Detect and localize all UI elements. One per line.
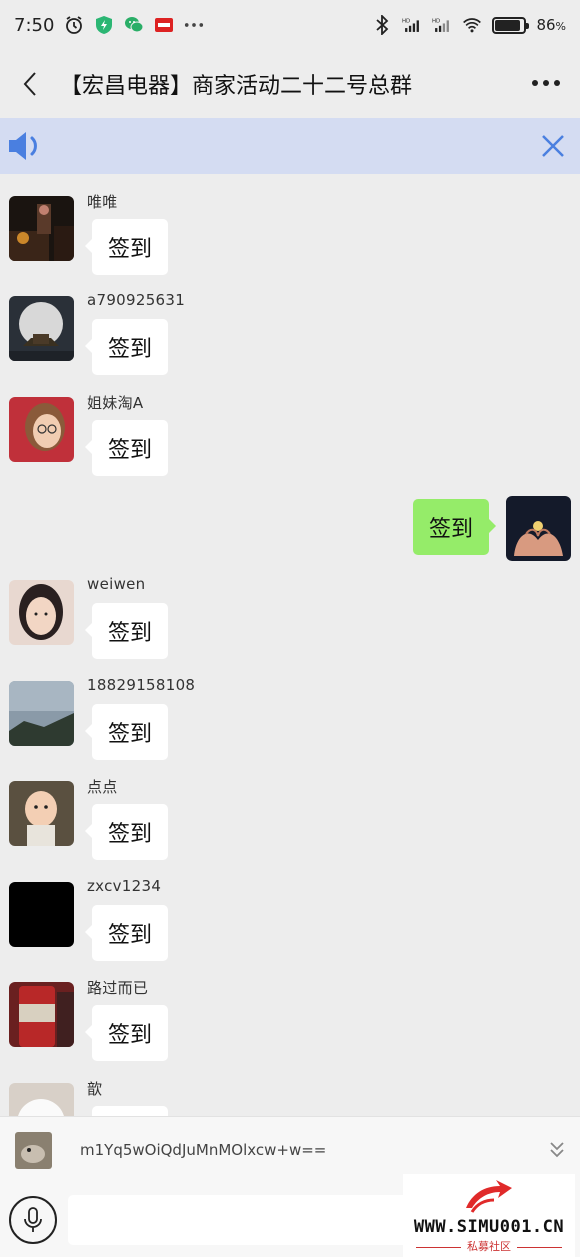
avatar-candle-scene[interactable] bbox=[9, 196, 74, 261]
avatar-cloudy-sky[interactable] bbox=[9, 681, 74, 746]
message-item: 路过而已 签到 bbox=[0, 960, 580, 1070]
microphone-icon bbox=[24, 1207, 42, 1232]
sender-name: 路过而已 bbox=[87, 979, 149, 997]
speaker-icon bbox=[9, 132, 37, 160]
avatar-girl-portrait[interactable] bbox=[9, 580, 74, 645]
more-dot bbox=[554, 80, 560, 86]
message-bubble[interactable]: 签到 bbox=[85, 905, 168, 961]
avatar-red-can[interactable] bbox=[9, 982, 74, 1047]
battery-icon bbox=[492, 16, 530, 34]
watermark-logo-icon bbox=[466, 1180, 512, 1213]
battery-percent: 86 bbox=[536, 16, 556, 34]
battery-text: 86% bbox=[536, 16, 566, 34]
wechat-icon bbox=[124, 15, 144, 35]
shield-icon bbox=[94, 15, 114, 35]
double-chevron-down-icon[interactable] bbox=[546, 1139, 568, 1161]
nav-bar: 【宏昌电器】商家活动二十二号总群 bbox=[0, 50, 580, 118]
message-bubble[interactable]: 签到 bbox=[85, 704, 168, 760]
quote-bar[interactable]: m1Yq5wOiQdJuMnMOlxcw+w== bbox=[0, 1116, 580, 1182]
message-bubble[interactable]: 签到 bbox=[85, 804, 168, 860]
avatar-moon-pavilion[interactable] bbox=[9, 296, 74, 361]
message-item: 歆 bbox=[0, 1061, 580, 1116]
message-input[interactable] bbox=[68, 1195, 408, 1245]
voice-button[interactable] bbox=[9, 1196, 57, 1244]
chat-title: 【宏昌电器】商家活动二十二号总群 bbox=[60, 74, 413, 99]
message-item: 唯唯 签到 bbox=[0, 174, 580, 284]
close-icon[interactable] bbox=[536, 129, 570, 163]
more-dot bbox=[543, 80, 549, 86]
avatar-cartoon-bear[interactable] bbox=[9, 1083, 74, 1116]
message-bubble[interactable] bbox=[92, 1106, 168, 1116]
message-item: 姐妹淘A 签到 bbox=[0, 375, 580, 485]
signal-hd-icon: HD bbox=[432, 15, 452, 35]
sender-name: 歆 bbox=[87, 1080, 103, 1098]
self-message-bubble[interactable]: 签到 bbox=[413, 499, 496, 555]
notice-bar[interactable] bbox=[0, 118, 580, 174]
message-bubble[interactable]: 签到 bbox=[85, 603, 168, 659]
quote-thumbnail bbox=[15, 1132, 52, 1169]
back-button[interactable] bbox=[0, 50, 60, 118]
more-dot bbox=[532, 80, 538, 86]
bluetooth-icon bbox=[372, 15, 392, 35]
more-button[interactable] bbox=[526, 68, 566, 98]
chat-messages[interactable]: 唯唯 签到 a790925631 签到 姐妹淘A 签到 签到 weiwen 签到… bbox=[0, 174, 580, 1116]
sender-name: a790925631 bbox=[87, 291, 186, 309]
battery-unit: % bbox=[555, 20, 566, 33]
message-bubble[interactable]: 签到 bbox=[85, 1005, 168, 1061]
battery-level bbox=[495, 19, 520, 31]
alarm-icon bbox=[64, 15, 84, 35]
svg-text:HD: HD bbox=[402, 19, 410, 25]
avatar-heart-hands[interactable] bbox=[506, 496, 571, 561]
message-item: weiwen 签到 bbox=[0, 558, 580, 668]
signal-hd-icon: HD bbox=[402, 15, 422, 35]
svg-text:HD: HD bbox=[432, 19, 440, 25]
message-bubble[interactable]: 签到 bbox=[85, 420, 168, 476]
sender-name: zxcv1234 bbox=[87, 877, 162, 895]
message-item: 点点 签到 bbox=[0, 759, 580, 869]
sender-name: 唯唯 bbox=[87, 193, 118, 211]
avatar-baby[interactable] bbox=[9, 781, 74, 846]
message-item: 18829158108 签到 bbox=[0, 659, 580, 769]
quote-text: m1Yq5wOiQdJuMnMOlxcw+w== bbox=[80, 1141, 327, 1159]
sender-name: 姐妹淘A bbox=[87, 394, 144, 412]
wifi-icon bbox=[462, 15, 482, 35]
message-bubble[interactable]: 签到 bbox=[85, 219, 168, 275]
app-badge-icon bbox=[154, 15, 174, 35]
message-item: a790925631 签到 bbox=[0, 274, 580, 384]
status-time: 7:50 bbox=[14, 14, 55, 36]
chevron-left-icon bbox=[23, 72, 36, 96]
avatar-black[interactable] bbox=[9, 882, 74, 947]
watermark: WWW.SIMU001.CN 私募社区 bbox=[403, 1174, 575, 1257]
watermark-subtitle: 私募社区 bbox=[403, 1238, 575, 1254]
sender-name: weiwen bbox=[87, 575, 146, 593]
message-bubble[interactable]: 签到 bbox=[85, 319, 168, 375]
avatar-girl-glasses[interactable] bbox=[9, 397, 74, 462]
watermark-url: WWW.SIMU001.CN bbox=[413, 1217, 565, 1237]
status-bar: 7:50 HD HD 86% bbox=[0, 0, 580, 50]
sender-name: 点点 bbox=[87, 778, 118, 796]
sender-name: 18829158108 bbox=[87, 676, 196, 694]
more-dots-icon bbox=[184, 15, 204, 35]
message-item: zxcv1234 签到 bbox=[0, 860, 580, 970]
